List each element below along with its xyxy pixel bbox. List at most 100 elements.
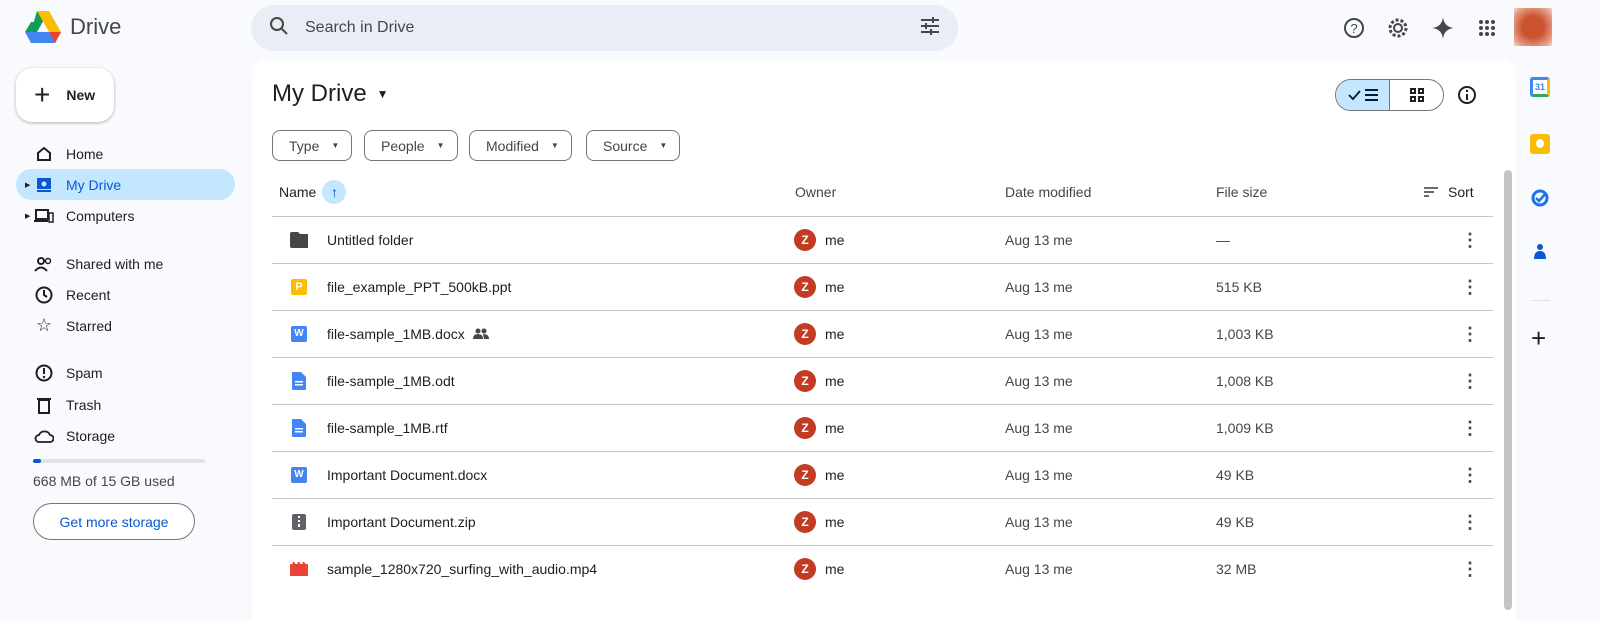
file-name[interactable]: file-sample_1MB.odt <box>327 373 455 389</box>
file-row[interactable]: file-sample_1MB.rtf Zme Aug 13 me 1,009 … <box>272 404 1493 451</box>
search-icon[interactable] <box>269 16 289 41</box>
filter-type[interactable]: Type ▼ <box>272 130 353 161</box>
new-button[interactable]: + New <box>16 68 114 122</box>
owner-cell: Zme <box>794 464 844 486</box>
file-name[interactable]: Untitled folder <box>327 232 413 248</box>
sidebar-item-my-drive[interactable]: ▶ My Drive <box>16 169 235 200</box>
file-name[interactable]: sample_1280x720_surfing_with_audio.mp4 <box>327 561 597 577</box>
file-name-cell: file_example_PPT_500kB.ppt <box>327 279 511 295</box>
add-addon-icon[interactable]: + <box>1531 325 1546 351</box>
owner-cell: Zme <box>794 323 844 345</box>
file-row[interactable]: Important Document.zip Zme Aug 13 me 49 … <box>272 498 1493 545</box>
file-row[interactable]: file-sample_1MB.odt Zme Aug 13 me 1,008 … <box>272 357 1493 404</box>
keep-icon[interactable] <box>1530 134 1550 154</box>
help-icon[interactable]: ? <box>1340 14 1368 42</box>
sort-ascending-icon[interactable]: ↑ <box>322 180 347 204</box>
date-modified: Aug 13 me <box>1005 467 1073 483</box>
file-size: 49 KB <box>1216 467 1255 483</box>
contacts-icon[interactable] <box>1530 241 1550 261</box>
more-actions-icon[interactable]: ⋮ <box>1458 230 1482 251</box>
sidebar-item-shared-with-me[interactable]: Shared with me <box>16 248 235 279</box>
doc-icon <box>290 419 308 437</box>
column-file-size[interactable]: File size <box>1216 184 1267 200</box>
search-input[interactable]: Search in Drive <box>305 19 920 37</box>
get-more-storage-button[interactable]: Get more storage <box>33 503 195 540</box>
file-row[interactable]: sample_1280x720_surfing_with_audio.mp4 Z… <box>272 545 1493 592</box>
more-actions-icon[interactable]: ⋮ <box>1458 277 1482 298</box>
sidebar-item-label: Shared with me <box>66 255 164 272</box>
file-name[interactable]: Important Document.docx <box>327 467 487 483</box>
owner-name: me <box>825 279 845 295</box>
date-modified: Aug 13 me <box>1005 373 1073 389</box>
file-name-cell: file-sample_1MB.docx <box>327 326 489 342</box>
owner-cell: Zme <box>794 229 844 251</box>
more-actions-icon[interactable]: ⋮ <box>1458 465 1482 486</box>
scrollbar[interactable] <box>1504 170 1512 610</box>
more-actions-icon[interactable]: ⋮ <box>1458 512 1482 533</box>
storage-text: 668 MB of 15 GB used <box>33 473 175 489</box>
file-row[interactable]: P file_example_PPT_500kB.ppt Zme Aug 13 … <box>272 263 1493 310</box>
more-actions-icon[interactable]: ⋮ <box>1458 418 1482 439</box>
page-title[interactable]: My Drive ▼ <box>272 80 389 108</box>
owner-cell: Zme <box>794 417 844 439</box>
filter-label: Source <box>603 137 648 154</box>
file-row[interactable]: Untitled folder Zme Aug 13 me — ⋮ <box>272 216 1493 263</box>
file-size: 1,003 KB <box>1216 326 1274 342</box>
search-bar[interactable]: Search in Drive <box>251 5 958 51</box>
info-icon[interactable] <box>1457 85 1477 110</box>
sidebar-item-spam[interactable]: Spam <box>16 357 235 388</box>
list-view-button[interactable] <box>1336 80 1390 110</box>
column-name[interactable]: Name ↑ <box>279 180 347 204</box>
expand-caret-icon[interactable]: ▶ <box>25 181 30 189</box>
owner-avatar: Z <box>794 323 816 345</box>
file-name-cell: Important Document.docx <box>327 467 487 483</box>
file-row[interactable]: W file-sample_1MB.docx Zme Aug 13 me 1,0… <box>272 310 1493 357</box>
apps-icon[interactable] <box>1473 14 1501 42</box>
owner-avatar: Z <box>794 229 816 251</box>
expand-caret-icon[interactable]: ▶ <box>25 212 30 220</box>
date-modified: Aug 13 me <box>1005 514 1073 530</box>
owner-name: me <box>825 467 845 483</box>
account-avatar[interactable] <box>1514 8 1552 46</box>
file-name[interactable]: file_example_PPT_500kB.ppt <box>327 279 511 295</box>
folder-icon <box>290 231 308 249</box>
calendar-icon[interactable]: 31 <box>1530 77 1550 97</box>
sort-icon <box>1424 187 1438 197</box>
grid-view-button[interactable] <box>1390 80 1443 110</box>
file-name[interactable]: file-sample_1MB.rtf <box>327 420 448 436</box>
computers-icon <box>34 206 54 226</box>
file-row[interactable]: W Important Document.docx Zme Aug 13 me … <box>272 451 1493 498</box>
drive-logo[interactable]: Drive <box>24 10 121 44</box>
file-name[interactable]: file-sample_1MB.docx <box>327 326 465 342</box>
filter-source[interactable]: Source ▼ <box>586 130 681 161</box>
filter-modified[interactable]: Modified ▼ <box>469 130 572 161</box>
file-name[interactable]: Important Document.zip <box>327 514 476 530</box>
sidebar-item-storage[interactable]: Storage <box>16 420 235 451</box>
filter-people[interactable]: People ▼ <box>364 130 458 161</box>
more-actions-icon[interactable]: ⋮ <box>1458 559 1482 580</box>
tasks-icon[interactable] <box>1530 188 1550 208</box>
sort-button[interactable]: Sort <box>1423 184 1474 200</box>
file-name-cell: sample_1280x720_surfing_with_audio.mp4 <box>327 561 597 577</box>
sidebar-item-computers[interactable]: ▶ Computers <box>16 200 235 231</box>
cloud-icon <box>34 426 54 446</box>
sidebar-item-trash[interactable]: Trash <box>16 389 235 420</box>
more-actions-icon[interactable]: ⋮ <box>1458 324 1482 345</box>
more-actions-icon[interactable]: ⋮ <box>1458 371 1482 392</box>
column-owner[interactable]: Owner <box>795 184 836 200</box>
sidebar-item-label: Trash <box>66 396 102 413</box>
file-name-cell: Important Document.zip <box>327 514 476 530</box>
ppt-icon: P <box>290 278 308 296</box>
file-size: — <box>1216 232 1230 248</box>
new-label: New <box>66 87 96 103</box>
sidebar-item-label: Storage <box>66 427 116 444</box>
sidebar-item-recent[interactable]: Recent <box>16 279 235 310</box>
sidebar-item-starred[interactable]: ☆ Starred <box>16 310 235 341</box>
settings-icon[interactable] <box>1384 14 1412 42</box>
sidebar-item-home[interactable]: Home <box>16 138 235 169</box>
gemini-icon[interactable] <box>1429 14 1457 42</box>
search-options-icon[interactable] <box>920 16 940 40</box>
view-toggle[interactable] <box>1335 79 1444 111</box>
caret-down-icon: ▼ <box>659 141 668 150</box>
column-date-modified[interactable]: Date modified <box>1005 184 1091 200</box>
